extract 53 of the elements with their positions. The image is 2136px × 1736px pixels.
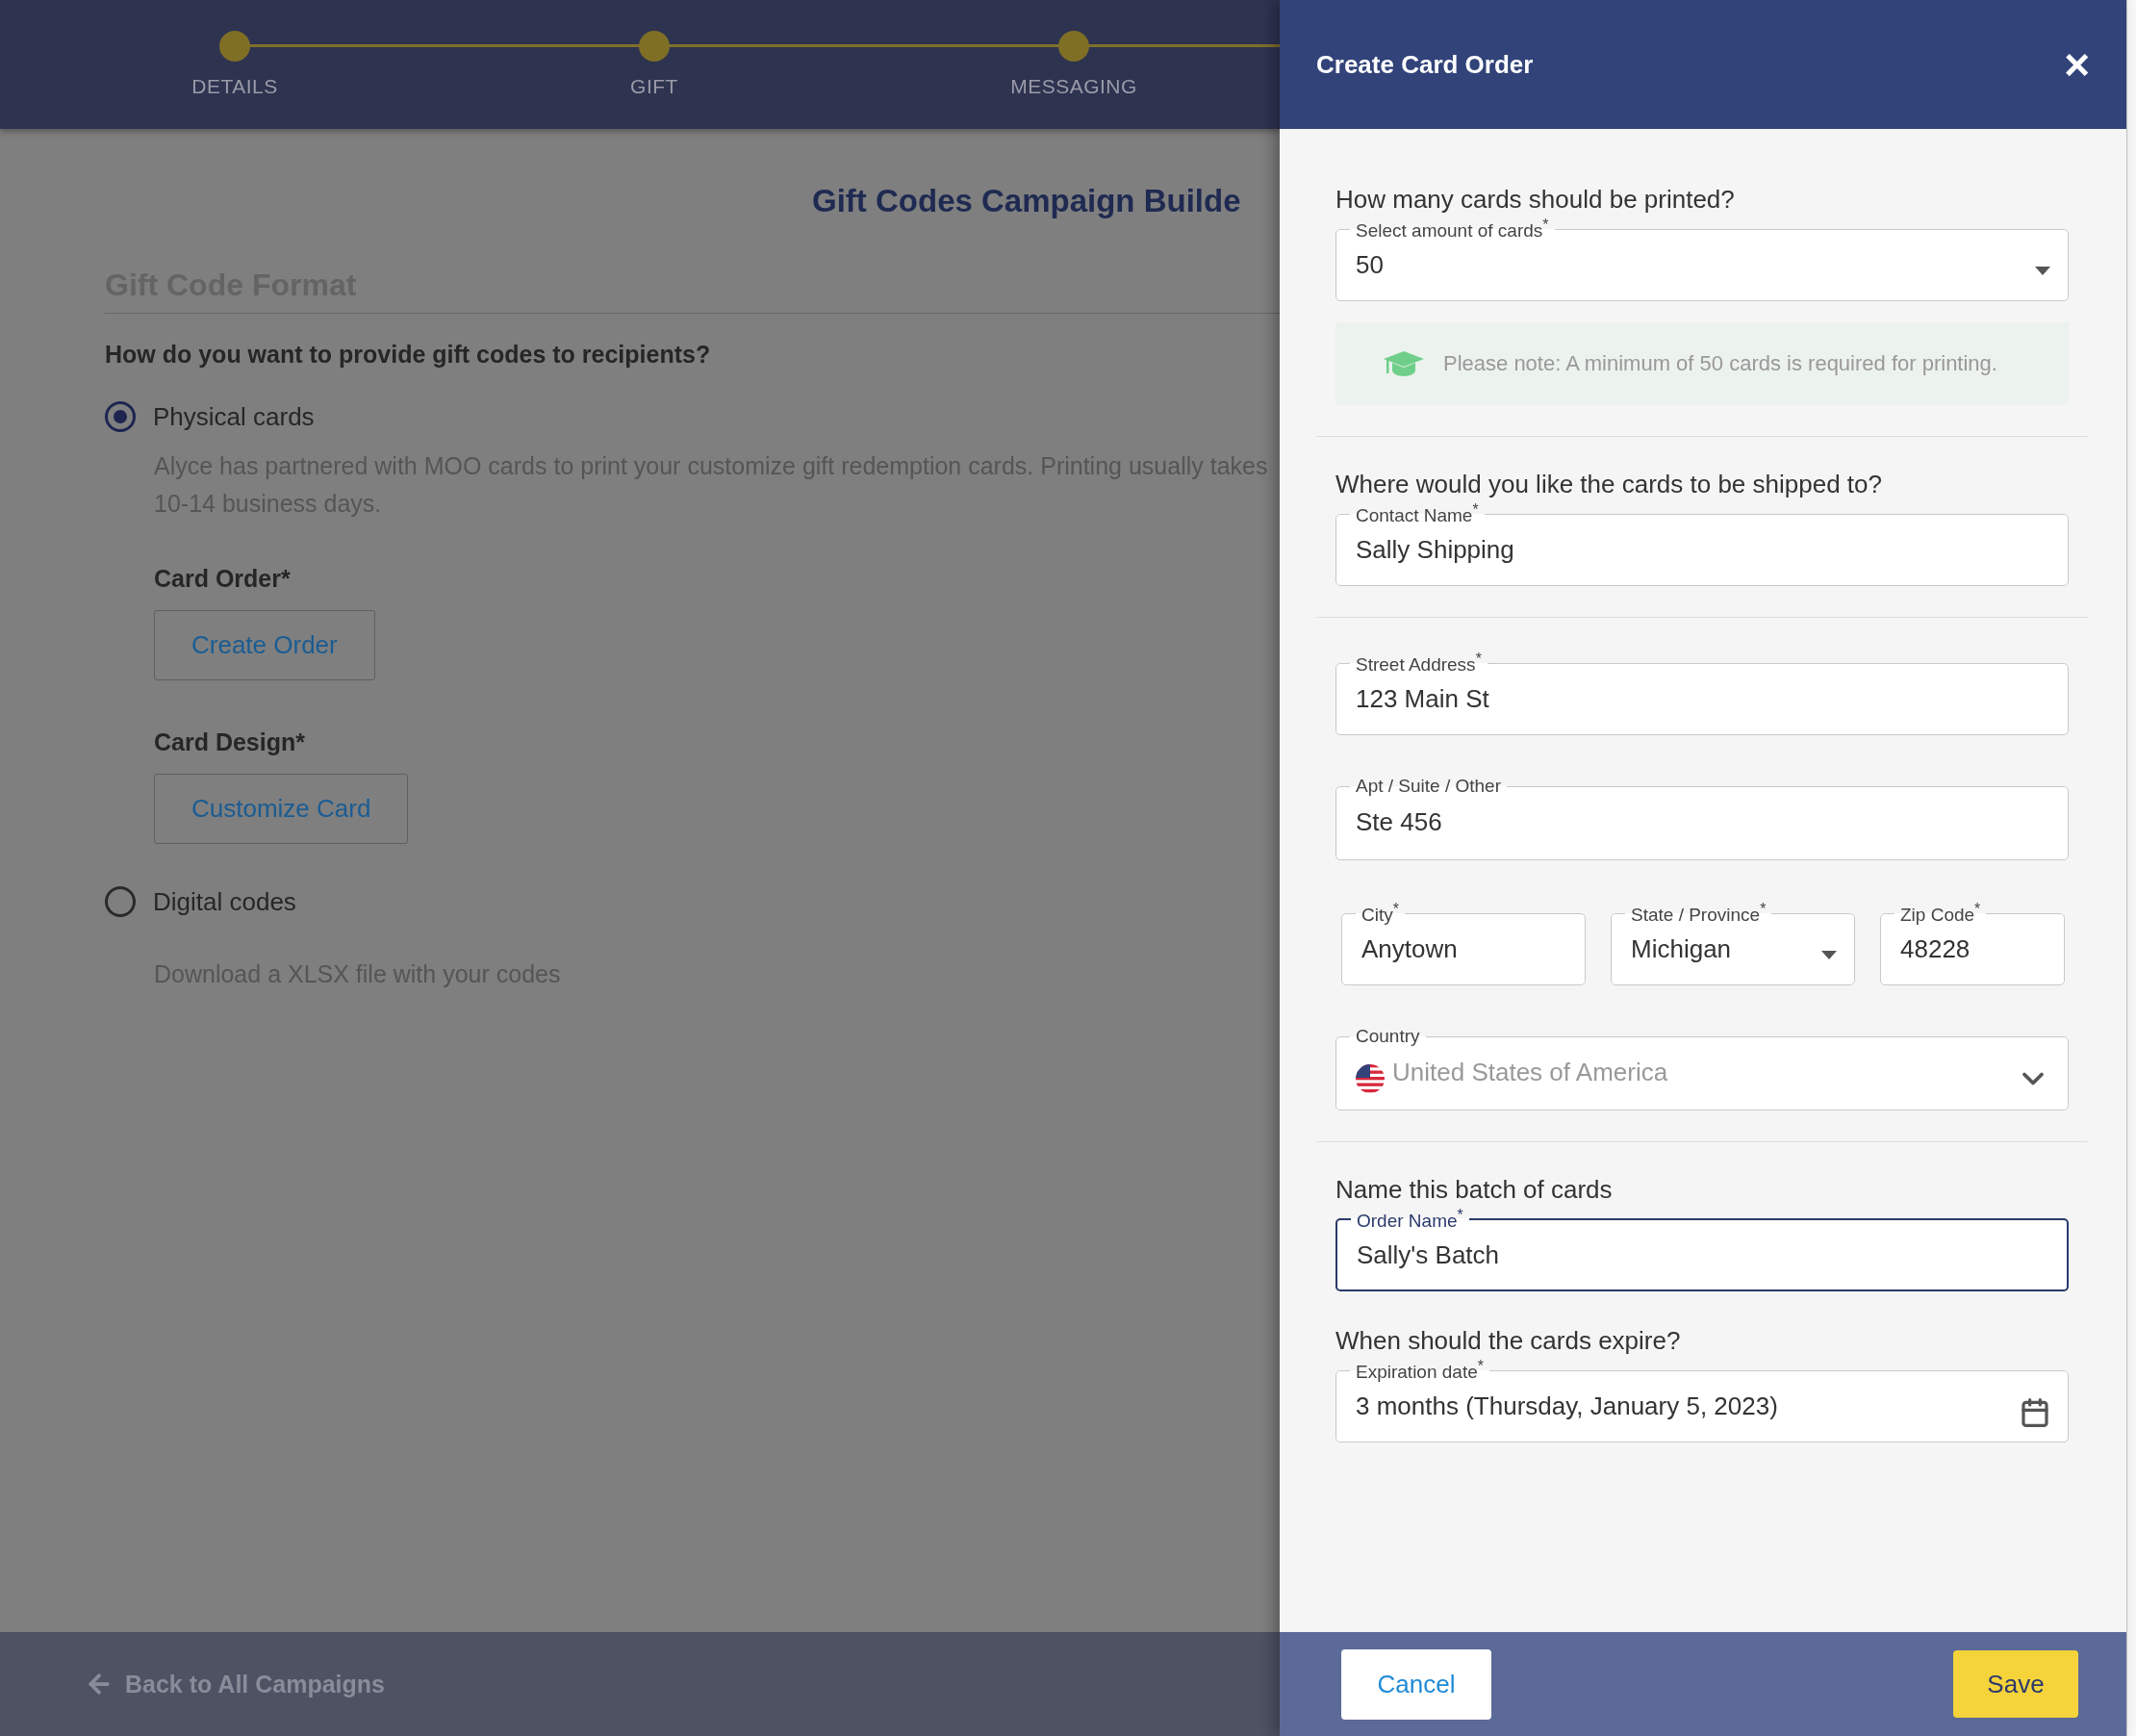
- text-field[interactable]: Contact Name$^{*}$ Sally Shipping: [1335, 501, 2069, 586]
- field-label: Expiration date$^{*}$: [1355, 1358, 1485, 1384]
- field-value: Anytown: [1361, 934, 1459, 966]
- field-label: Apt / Suite / Other: [1355, 776, 1503, 797]
- step-label[interactable]: GIFT: [630, 75, 678, 98]
- radio-button[interactable]: [105, 401, 136, 432]
- select-field[interactable]: Select amount of cards$^{*}$ 50: [1335, 217, 2069, 301]
- radio-button[interactable]: [105, 886, 136, 917]
- field-label: Street Address$^{*}$: [1355, 651, 1483, 677]
- field-label: State / Province$^{*}$: [1630, 901, 1767, 927]
- question-heading: Name this batch of cards: [1335, 1175, 1614, 1205]
- field-value: 50: [1356, 250, 1385, 282]
- caret-icon: [2035, 267, 2050, 276]
- field-value: United States of America: [1392, 1058, 1669, 1088]
- field-label: Country: [1355, 1026, 1421, 1047]
- step-label[interactable]: MESSAGING: [1010, 75, 1137, 98]
- calendar-icon[interactable]: [2020, 1396, 2050, 1428]
- field-label: City$^{*}$: [1360, 901, 1400, 927]
- field-value: Sally's Batch: [1357, 1239, 1501, 1271]
- question-text: How do you want to provide gift codes to recipients?: [105, 341, 712, 369]
- field-label: Select amount of cards$^{*}$: [1355, 217, 1550, 243]
- subsection-label: Card Order*: [154, 565, 291, 593]
- date-field[interactable]: Expiration date$^{*}$ 3 months (Thursday, January 5, 2023): [1335, 1358, 2069, 1442]
- select-field[interactable]: State / Province$^{*}$ Michigan: [1611, 901, 1855, 985]
- cancel-button[interactable]: Cancel: [1341, 1648, 1491, 1720]
- text-field[interactable]: Order Name$^{*}$ Sally's Batch: [1335, 1207, 2069, 1291]
- close-button[interactable]: ×: [2064, 42, 2090, 87]
- note-text: Please note: A minimum of 50 cards is required for printing.: [1443, 351, 1997, 376]
- text-field[interactable]: City$^{*}$ Anytown: [1341, 901, 1586, 985]
- caret-icon: [1821, 951, 1837, 960]
- field-value: Sally Shipping: [1356, 535, 1515, 567]
- question-heading: When should the cards expire?: [1335, 1326, 1682, 1356]
- save-button[interactable]: Save: [1953, 1650, 2078, 1718]
- drawer-title: Create Card Order: [1316, 49, 1534, 80]
- radio-label[interactable]: Digital codes: [153, 886, 296, 917]
- field-value: 3 months (Thursday, January 5, 2023): [1356, 1391, 1779, 1423]
- field-label: Zip Code$^{*}$: [1899, 901, 1982, 927]
- graduation-cap-icon: [1384, 351, 1424, 376]
- field-value: Michigan: [1631, 934, 1733, 966]
- text-field[interactable]: Street Address$^{*}$ 123 Main St: [1335, 651, 2069, 735]
- field-label: Contact Name$^{*}$: [1355, 501, 1480, 527]
- field-label: Order Name$^{*}$: [1356, 1207, 1464, 1233]
- field-value: 48228: [1900, 934, 1971, 966]
- field-value: 123 Main St: [1356, 684, 1490, 716]
- step-label[interactable]: DETAILS: [191, 75, 278, 98]
- question-heading: Where would you like the cards to be shipped to?: [1335, 470, 1883, 499]
- page-title: Gift Codes Campaign Builde: [812, 183, 1242, 219]
- subsection-label: Card Design*: [154, 728, 305, 756]
- question-heading: How many cards should be printed?: [1335, 185, 1736, 215]
- flag-icon: [1356, 1063, 1385, 1093]
- radio-label[interactable]: Physical cards: [153, 401, 315, 432]
- text-field[interactable]: Zip Code$^{*}$ 48228: [1880, 901, 2065, 985]
- field-value: Ste 456: [1356, 807, 1443, 838]
